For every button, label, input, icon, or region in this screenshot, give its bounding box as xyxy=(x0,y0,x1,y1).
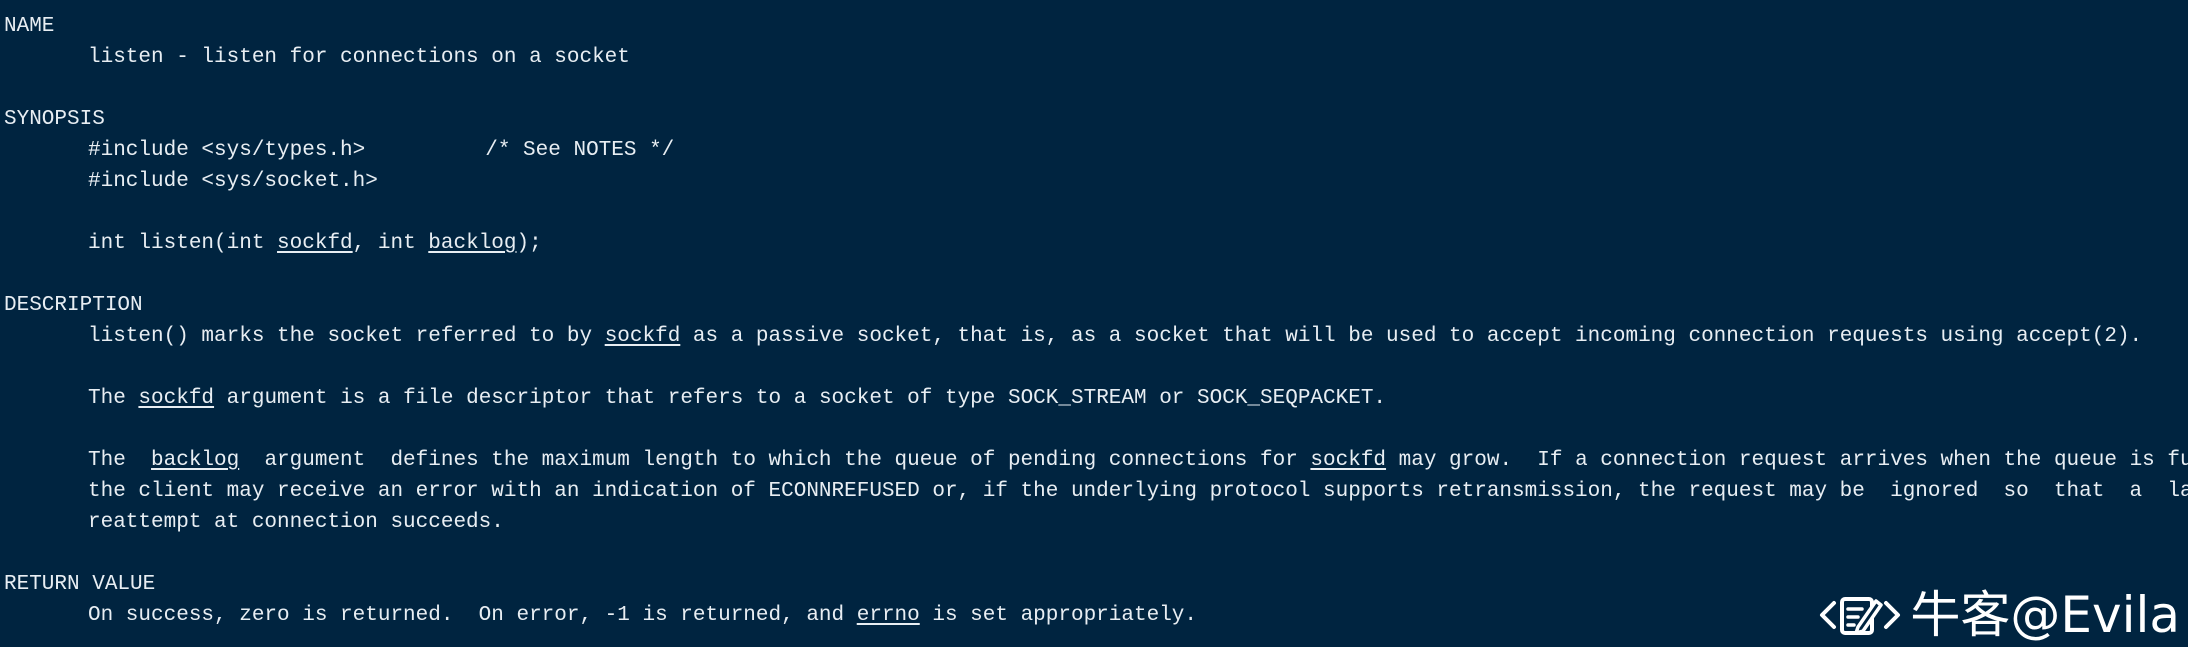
rv-errno: errno xyxy=(856,604,920,627)
description-paragraph-3-line-1: The backlog argument defines the maximum… xyxy=(0,445,2188,476)
synopsis-include-types: #include <sys/types.h> /* See NOTES */ xyxy=(0,135,2188,166)
p3-text-a: The xyxy=(88,449,152,472)
p1-text-b: as a passive socket, that is, as a socke… xyxy=(680,325,2143,348)
proto-mid: , int xyxy=(352,232,429,255)
p3-backlog: backlog xyxy=(151,449,240,472)
watermark-text: 牛客@Evila xyxy=(1910,586,2180,644)
p2-text-b: argument is a file descriptor that refer… xyxy=(214,387,1387,410)
section-heading-description: DESCRIPTION xyxy=(4,294,143,317)
section-heading-synopsis: SYNOPSIS xyxy=(4,108,105,131)
p3-text-b: argument defines the maximum length to w… xyxy=(239,449,1311,472)
p3-sockfd: sockfd xyxy=(1310,449,1387,472)
proto-prefix: int listen(int xyxy=(88,232,278,255)
p1-text-a: listen() marks the socket referred to by xyxy=(88,325,605,348)
description-paragraph-3-line-3: reattempt at connection succeeds. xyxy=(88,511,504,534)
p2-sockfd: sockfd xyxy=(138,387,215,410)
rv-text-b: is set appropriately. xyxy=(919,604,1197,627)
description-paragraph-2: The sockfd argument is a file descriptor… xyxy=(0,383,2188,414)
code-note-icon xyxy=(1818,587,1902,643)
synopsis-prototype: int listen(int sockfd, int backlog); xyxy=(0,228,2188,259)
name-description: listen - listen for connections on a soc… xyxy=(88,46,630,69)
proto-arg-sockfd: sockfd xyxy=(277,232,353,255)
terminal-window: NAME listen - listen for connections on … xyxy=(0,0,2188,647)
watermark: 牛客@Evila xyxy=(1818,587,2180,643)
p2-text-a: The xyxy=(88,387,139,410)
synopsis-include-socket: #include <sys/socket.h> xyxy=(88,170,378,193)
p3-text-c: may grow. If a connection request arrive… xyxy=(1386,449,2188,472)
proto-suffix: ); xyxy=(516,232,542,255)
section-heading-name: NAME xyxy=(4,15,55,38)
p1-sockfd: sockfd xyxy=(604,325,681,348)
rv-text-a: On success, zero is returned. On error, … xyxy=(88,604,857,627)
description-paragraph-1: listen() marks the socket referred to by… xyxy=(0,321,2188,352)
include-types-text: #include <sys/types.h> xyxy=(88,139,366,162)
description-paragraph-3-line-2: the client may receive an error with an … xyxy=(88,480,2188,503)
proto-arg-backlog: backlog xyxy=(428,232,517,255)
include-types-comment: /* See NOTES */ xyxy=(485,139,675,162)
